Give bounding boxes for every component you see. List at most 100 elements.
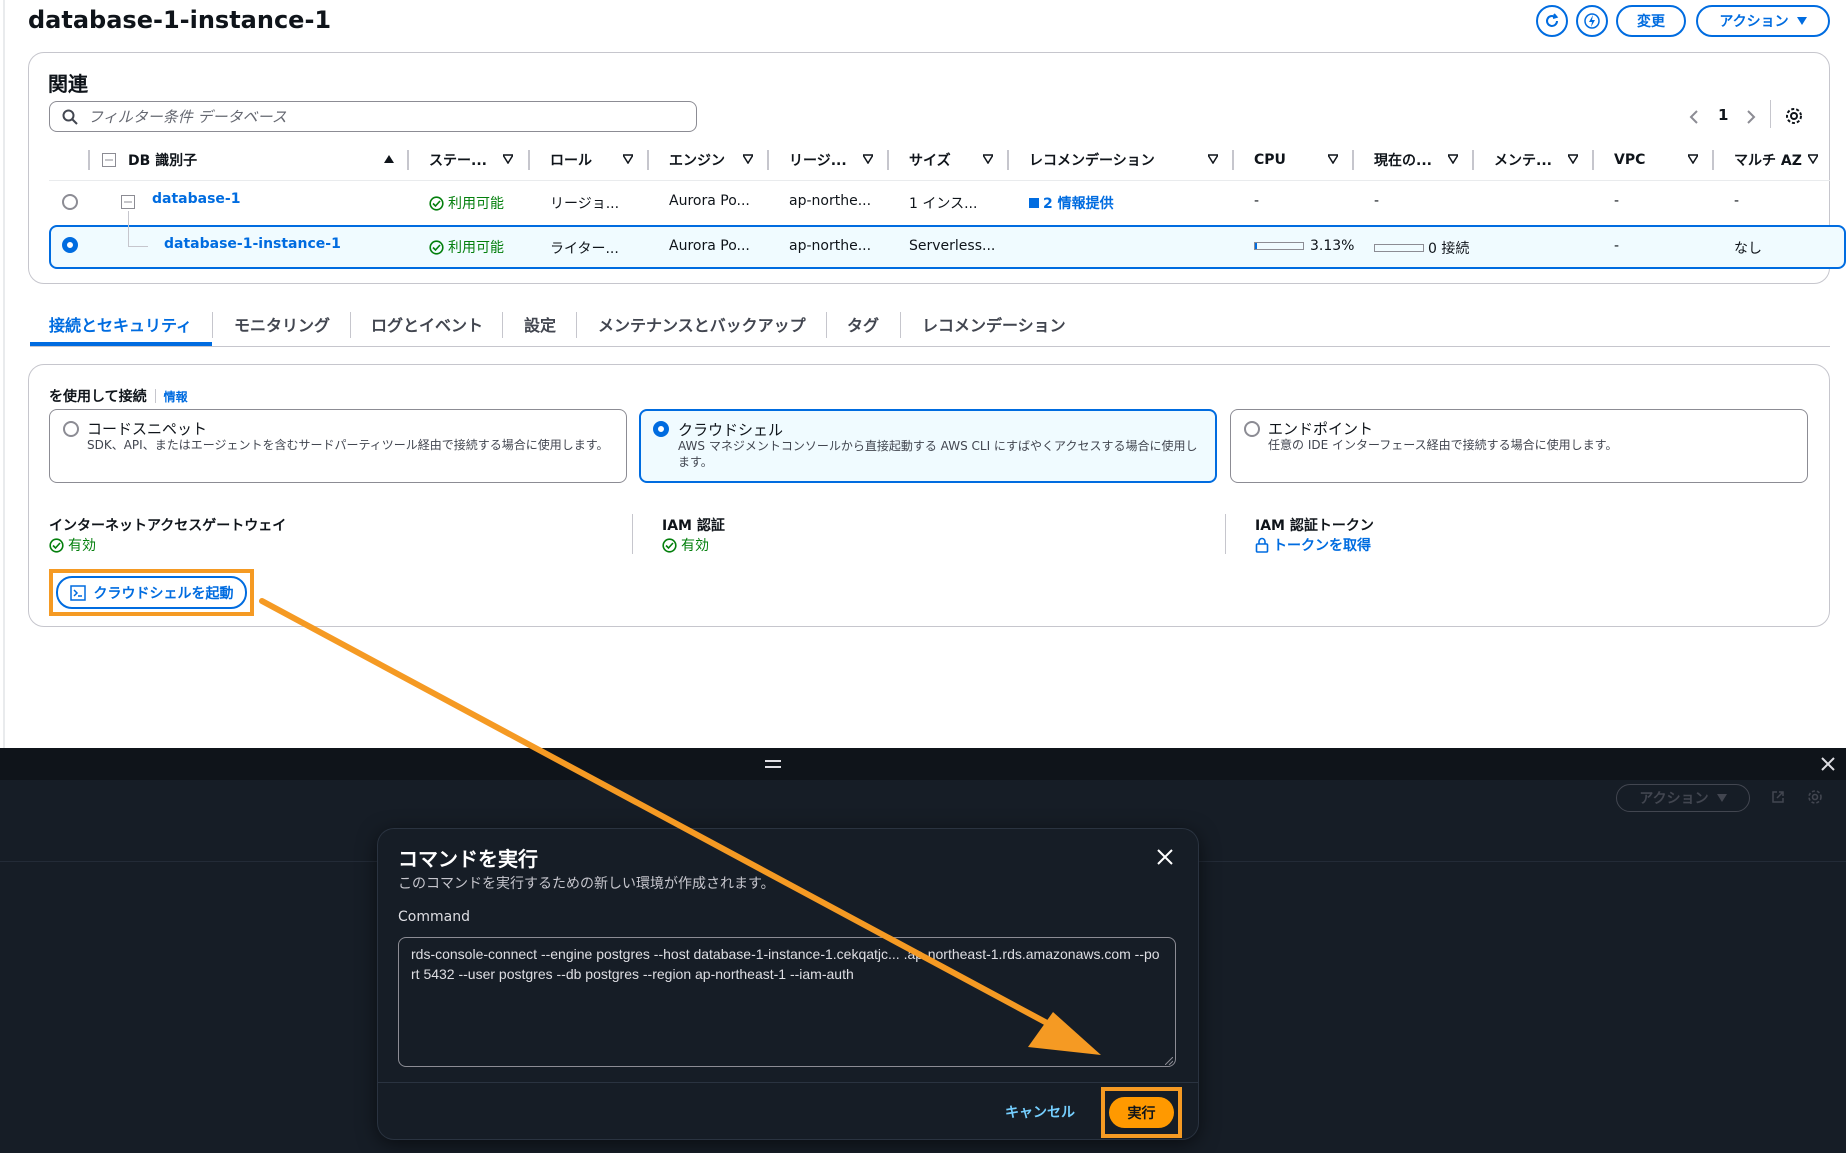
sort-icon[interactable]	[1688, 154, 1698, 164]
sort-icon[interactable]	[1208, 154, 1218, 164]
pager-divider	[1770, 100, 1771, 128]
drag-handle-icon[interactable]	[765, 759, 781, 769]
check-circle-icon	[49, 537, 64, 553]
tree-line	[128, 246, 148, 247]
recommendation-link[interactable]: 2 情報提供	[1029, 193, 1114, 213]
info-square-icon	[1029, 198, 1039, 208]
chevron-right-icon[interactable]	[1746, 109, 1756, 125]
sort-icon[interactable]	[1808, 154, 1818, 164]
cloudshell-drag-bar[interactable]	[0, 748, 1846, 780]
sort-icon[interactable]	[1328, 154, 1338, 164]
iam-value: 有効	[662, 535, 709, 555]
option-code-snippet[interactable]: コードスニペット SDK、API、またはエージェントを含むサードパーティツール経…	[49, 409, 627, 483]
col-recommendation[interactable]: レコメンデーション	[1029, 148, 1155, 172]
chevron-left-icon[interactable]	[1689, 109, 1699, 125]
recommendation-text: 2 情報提供	[1043, 196, 1114, 212]
modal-title: コマンドを実行	[398, 847, 538, 871]
tab-recommendations[interactable]: レコメンデーション	[922, 312, 1066, 336]
tab-divider	[900, 312, 901, 338]
command-label: Command	[398, 909, 470, 925]
status-text: 利用可能	[448, 196, 504, 212]
multi-az-cell: なし	[1734, 241, 1762, 257]
page-number[interactable]: 1	[1718, 106, 1728, 124]
header-divider	[88, 150, 90, 170]
col-size[interactable]: サイズ	[909, 148, 951, 172]
col-cpu[interactable]: CPU	[1254, 148, 1286, 172]
tab-divider	[826, 312, 827, 338]
option-cloudshell[interactable]: クラウドシェル AWS マネジメントコンソールから直接起動する AWS CLI …	[639, 409, 1217, 483]
maintenance-cell: -	[1614, 193, 1620, 209]
rds-console-page: database-1-instance-1 変更 アクション 関連 フィルター条…	[0, 0, 1846, 748]
sort-icon[interactable]	[1568, 154, 1578, 164]
search-input[interactable]: フィルター条件 データベース	[49, 101, 697, 132]
option-radio[interactable]	[63, 421, 79, 437]
tab-configuration[interactable]: 設定	[524, 312, 556, 336]
option-radio[interactable]	[1244, 421, 1260, 437]
sort-icon[interactable]	[863, 154, 873, 164]
terminal-icon	[69, 584, 86, 601]
col-status[interactable]: ステー...	[429, 148, 487, 172]
sort-icon[interactable]	[743, 154, 753, 164]
caret-down-icon	[1796, 17, 1807, 25]
info-link[interactable]: 情報	[164, 388, 188, 405]
check-circle-icon	[662, 537, 677, 553]
col-vpc[interactable]: VPC	[1614, 148, 1645, 172]
option-radio-checked[interactable]	[653, 421, 669, 437]
actions-button[interactable]: アクション	[1696, 5, 1830, 37]
db-id-link[interactable]: database-1	[152, 191, 240, 207]
tab-maintenance-backup[interactable]: メンテナンスとバックアップ	[598, 312, 806, 336]
sort-icon[interactable]	[983, 154, 993, 164]
check-circle-icon	[429, 195, 444, 211]
col-role[interactable]: ロール	[550, 148, 592, 172]
run-button[interactable]: 実行	[1109, 1097, 1174, 1128]
sort-asc-icon[interactable]	[384, 154, 394, 164]
col-multi-az[interactable]: マルチ AZ	[1734, 148, 1802, 172]
refresh-button[interactable]	[1536, 5, 1568, 37]
command-textarea[interactable]: rds-console-connect --engine postgres --…	[398, 937, 1176, 1067]
header-divider	[1352, 150, 1354, 170]
launch-cloudshell-button[interactable]: クラウドシェルを起動	[56, 576, 247, 609]
close-icon[interactable]	[1820, 756, 1836, 772]
option-description: 任意の IDE インターフェース経由で接続する場合に使用します。	[1268, 438, 1618, 452]
engine-cell: Aurora Po...	[669, 193, 750, 209]
igw-label: インターネットアクセスゲートウェイ	[49, 518, 287, 534]
get-token-text: トークンを取得	[1273, 538, 1371, 554]
gear-icon[interactable]	[1807, 789, 1823, 805]
get-token-link[interactable]: トークンを取得	[1255, 535, 1371, 555]
col-engine[interactable]: エンジン	[669, 148, 725, 172]
row-select-radio-checked[interactable]	[62, 237, 78, 253]
col-db-id[interactable]: DB 識別子	[128, 148, 197, 172]
col-current[interactable]: 現在の...	[1374, 148, 1432, 172]
tab-connectivity[interactable]: 接続とセキュリティ	[49, 312, 192, 336]
region-cell: ap-northe...	[789, 238, 872, 254]
header-divider	[1007, 150, 1009, 170]
modify-button[interactable]: 変更	[1616, 5, 1686, 37]
sort-icon[interactable]	[1448, 154, 1458, 164]
close-icon[interactable]	[1156, 848, 1174, 866]
related-title: 関連	[48, 72, 88, 96]
resize-handle-icon[interactable]	[1165, 1057, 1173, 1065]
shell-actions-button[interactable]: アクション	[1616, 784, 1750, 812]
collapse-icon[interactable]	[121, 195, 135, 209]
connect-card	[28, 364, 1830, 627]
gear-icon[interactable]	[1785, 107, 1803, 125]
quick-action-button[interactable]	[1576, 5, 1608, 37]
db-id-link[interactable]: database-1-instance-1	[164, 236, 341, 252]
tab-tags[interactable]: タグ	[847, 312, 879, 336]
collapse-all-icon[interactable]	[102, 153, 116, 167]
current-cell: 0 接続	[1374, 238, 1469, 258]
col-region[interactable]: リージ...	[789, 148, 847, 172]
col-maintenance[interactable]: メンテ...	[1494, 148, 1552, 172]
cancel-button[interactable]: キャンセル	[1005, 1102, 1075, 1122]
tab-divider	[212, 312, 213, 338]
tab-monitoring[interactable]: モニタリング	[234, 312, 330, 336]
sort-icon[interactable]	[503, 154, 513, 164]
cpu-value: 3.13%	[1310, 238, 1355, 254]
option-endpoint[interactable]: エンドポイント 任意の IDE インターフェース経由で接続する場合に使用します。	[1230, 409, 1808, 483]
sort-icon[interactable]	[623, 154, 633, 164]
tab-logs-events[interactable]: ログとイベント	[371, 312, 483, 336]
row-select-radio[interactable]	[62, 194, 78, 210]
page-title: database-1-instance-1	[28, 6, 332, 34]
external-link-icon[interactable]	[1771, 790, 1785, 804]
iam-label: IAM 認証	[662, 518, 725, 534]
